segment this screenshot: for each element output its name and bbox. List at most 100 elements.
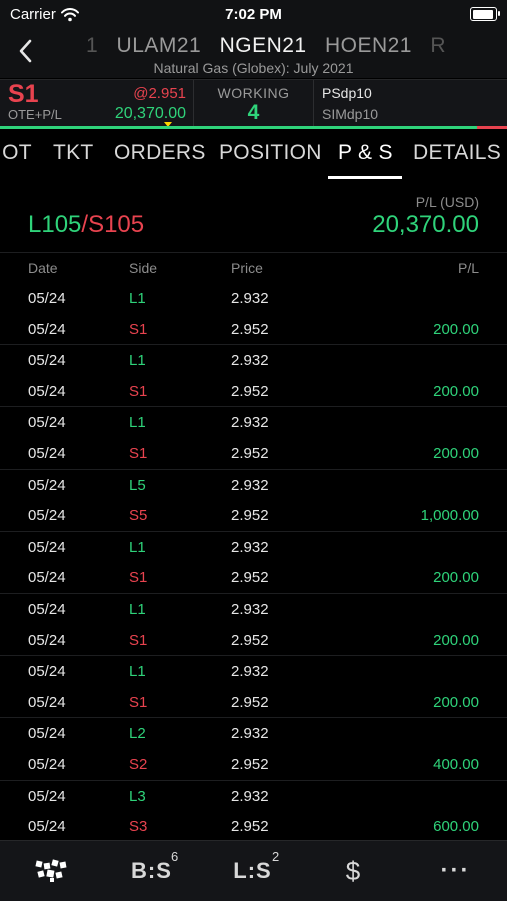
- position-summary: S1 OTE+P/L @2.951 20,370.00 WORKING 4 PS…: [0, 79, 507, 128]
- tab-details[interactable]: DETAILS: [413, 141, 501, 165]
- position-cell[interactable]: S1 OTE+P/L @2.951 20,370.00: [0, 80, 192, 126]
- short-total: S105: [88, 211, 145, 238]
- status-bar: Carrier 7:02 PM: [0, 0, 507, 30]
- column-header-price: Price: [231, 260, 263, 276]
- dollar-button[interactable]: $: [303, 841, 404, 901]
- contract-header: 1 ULAM21 NGEN21 HOEN21 R Natural Gas (Gl…: [0, 30, 507, 78]
- table-row[interactable]: 05/24 L5 2.932: [0, 470, 507, 501]
- row-side: S1: [129, 631, 148, 649]
- active-tab-indicator: [328, 176, 402, 179]
- row-price: 2.932: [231, 663, 269, 681]
- row-price: 2.932: [231, 600, 269, 618]
- table-row[interactable]: 05/24 S1 2.952 200.00: [0, 438, 507, 470]
- tab-iot[interactable]: IOT: [0, 141, 32, 165]
- row-price: 2.952: [231, 444, 269, 462]
- row-date: 05/24: [28, 414, 66, 432]
- account-cell[interactable]: PSdp10 SIMdp10: [314, 80, 507, 126]
- contract-tab[interactable]: 1: [86, 34, 98, 57]
- row-date: 05/24: [28, 538, 66, 556]
- contract-tab[interactable]: R: [430, 34, 446, 57]
- tab-tkt[interactable]: TKT: [53, 141, 94, 165]
- contract-tab[interactable]: HOEN21: [325, 34, 412, 57]
- row-price: 2.932: [231, 352, 269, 370]
- row-date: 05/24: [28, 382, 66, 400]
- account-secondary: SIMdp10: [322, 106, 379, 122]
- long-short-totals: L105/S105: [28, 211, 144, 239]
- table-row[interactable]: 05/24 L3 2.932: [0, 781, 507, 812]
- contract-tab-active[interactable]: NGEN21: [220, 34, 307, 57]
- table-row[interactable]: 05/24 L1 2.932: [0, 532, 507, 563]
- row-side: L1: [129, 290, 146, 307]
- row-side: L1: [129, 414, 146, 432]
- row-price: 2.952: [231, 755, 269, 773]
- contract-strip[interactable]: 1 ULAM21 NGEN21 HOEN21 R: [86, 34, 458, 58]
- trades-list[interactable]: 05/24 L1 2.932 05/24 S1 2.952 200.00 05/24 L1 2.9…: [0, 283, 507, 839]
- table-row[interactable]: 05/24 L1 2.932: [0, 345, 507, 376]
- ote-value: 20,370.00: [114, 105, 186, 122]
- row-date: 05/24: [28, 600, 66, 618]
- row-side: S1: [129, 444, 148, 462]
- row-side: L1: [129, 352, 146, 370]
- row-date: 05/24: [28, 352, 66, 370]
- long-short-button[interactable]: L:S 2: [202, 841, 303, 901]
- row-date: 05/24: [28, 787, 66, 805]
- contract-subtitle: Natural Gas (Globex): July 2021: [153, 60, 354, 76]
- row-price: 2.932: [231, 290, 269, 307]
- table-row[interactable]: 05/24 S3 2.952 600.00: [0, 811, 507, 839]
- row-side: L2: [129, 725, 146, 743]
- grid-logo-icon: [34, 859, 66, 882]
- working-cell[interactable]: WORKING 4: [194, 80, 313, 126]
- dollar-icon: $: [345, 855, 362, 886]
- row-price: 2.932: [231, 787, 269, 805]
- pl-total: 20,370.00: [372, 211, 479, 238]
- more-button[interactable]: ···: [404, 841, 507, 901]
- table-row[interactable]: 05/24 S1 2.952 200.00: [0, 562, 507, 594]
- tab-p-and-s[interactable]: P & S: [338, 141, 393, 165]
- row-side: S5: [129, 507, 148, 525]
- table-row[interactable]: 05/24 L2 2.932: [0, 718, 507, 749]
- row-side: S1: [129, 382, 148, 400]
- buy-sell-button[interactable]: B:S 6: [101, 841, 202, 901]
- column-header-pl: P/L: [457, 260, 479, 276]
- table-row[interactable]: 05/24 S5 2.952 1,000.00: [0, 500, 507, 532]
- table-row[interactable]: 05/24 S1 2.952 200.00: [0, 625, 507, 657]
- contract-tab[interactable]: ULAM21: [117, 34, 202, 57]
- average-price: @2.951: [133, 85, 186, 102]
- row-price: 2.952: [231, 569, 269, 587]
- row-date: 05/24: [28, 507, 66, 525]
- row-price: 2.952: [231, 507, 269, 525]
- grid-logo-button[interactable]: [0, 841, 101, 901]
- row-pl: 600.00: [433, 818, 479, 836]
- buy-sell-badge: 6: [171, 849, 179, 864]
- row-side: S1: [129, 320, 148, 338]
- buy-sell-label: B:S: [131, 858, 172, 883]
- table-row[interactable]: 05/24 S1 2.952 200.00: [0, 376, 507, 408]
- row-price: 2.952: [231, 382, 269, 400]
- table-row[interactable]: 05/24 L1 2.932: [0, 407, 507, 438]
- row-price: 2.932: [231, 725, 269, 743]
- row-price: 2.952: [231, 818, 269, 836]
- table-row[interactable]: 05/24 S1 2.952 200.00: [0, 314, 507, 346]
- tab-orders[interactable]: ORDERS: [114, 141, 206, 165]
- bottom-toolbar: B:S 6 L:S 2 $ ···: [0, 840, 507, 901]
- table-row[interactable]: 05/24 L1 2.932: [0, 594, 507, 625]
- row-pl: 400.00: [433, 755, 479, 773]
- long-total: L105: [28, 211, 82, 238]
- row-date: 05/24: [28, 476, 66, 494]
- tab-position[interactable]: POSITION: [219, 141, 322, 165]
- row-pl: 200.00: [433, 320, 479, 338]
- table-row[interactable]: 05/24 L1 2.932: [0, 656, 507, 687]
- table-row[interactable]: 05/24 S1 2.952 200.00: [0, 687, 507, 719]
- row-date: 05/24: [28, 818, 66, 836]
- account-primary: PSdp10: [322, 85, 372, 101]
- row-side: L5: [129, 476, 146, 494]
- row-price: 2.952: [231, 320, 269, 338]
- row-date: 05/24: [28, 755, 66, 773]
- table-row[interactable]: 05/24 S2 2.952 400.00: [0, 749, 507, 781]
- row-side: L1: [129, 538, 146, 556]
- row-pl: 200.00: [433, 382, 479, 400]
- table-row[interactable]: 05/24 L1 2.932: [0, 283, 507, 314]
- battery-icon: [470, 7, 500, 21]
- row-side: L1: [129, 663, 146, 681]
- row-pl: 200.00: [433, 693, 479, 711]
